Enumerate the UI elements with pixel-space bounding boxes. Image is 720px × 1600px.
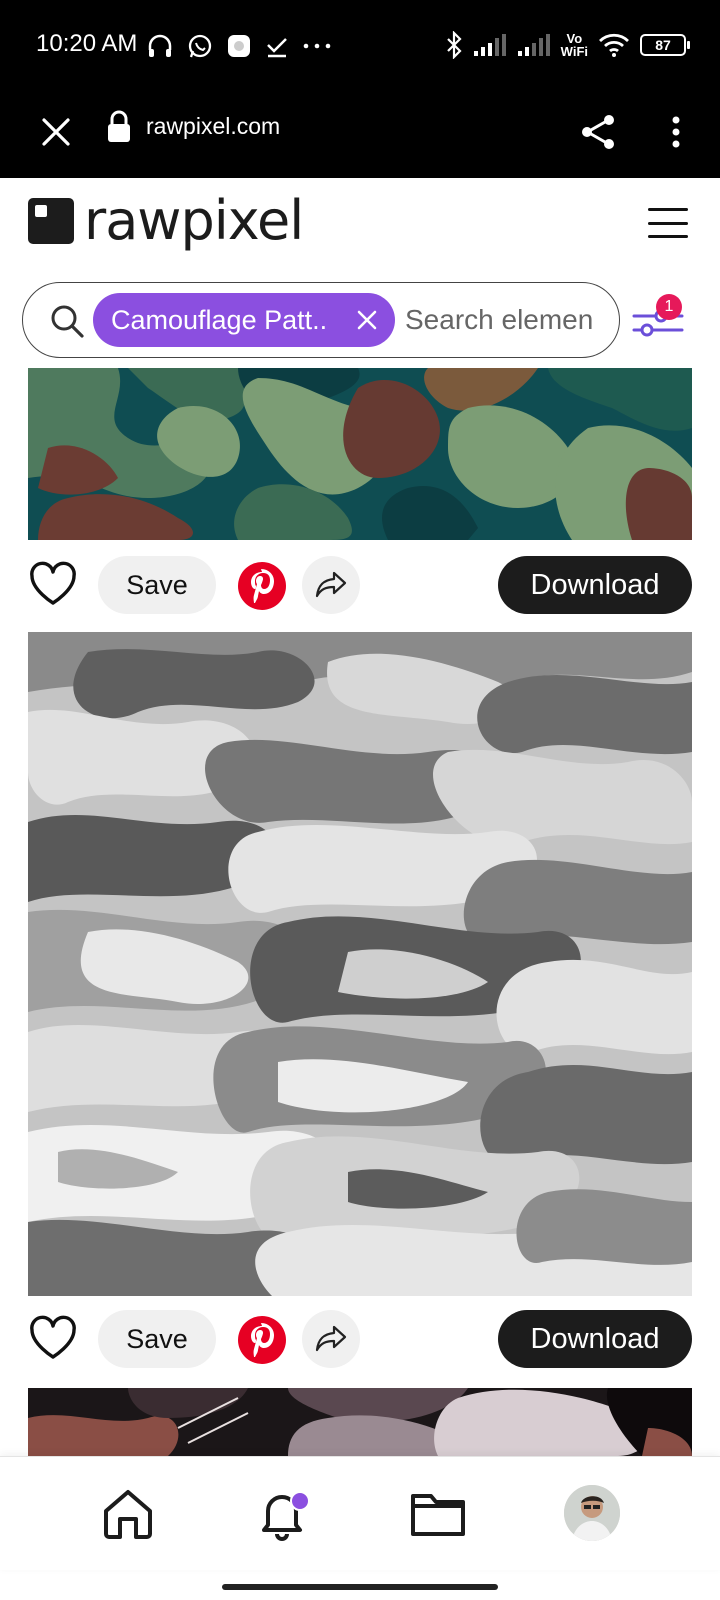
- grey-camo-pattern: [28, 632, 692, 1296]
- bottom-navigation: [0, 1456, 720, 1570]
- menu-line: [648, 221, 688, 225]
- close-tab-button[interactable]: [30, 106, 82, 158]
- search-bar[interactable]: Camouflage Patt..: [22, 282, 620, 358]
- download-button[interactable]: Download: [498, 1310, 692, 1368]
- vowifi-bottom: WiFi: [560, 44, 588, 59]
- more-notifications-icon: [302, 41, 332, 51]
- post-actions: Save Download: [28, 556, 692, 616]
- url-text[interactable]: rawpixel.com: [146, 113, 280, 140]
- download-done-icon: [264, 33, 290, 59]
- bluetooth-icon: [445, 31, 463, 59]
- search-icon[interactable]: [49, 303, 85, 339]
- share-post-button[interactable]: [302, 1310, 360, 1368]
- lock-icon: [106, 110, 132, 146]
- notification-dot: [290, 1491, 310, 1511]
- pinterest-button[interactable]: [238, 562, 286, 610]
- vowifi-icon: Vo WiFi: [561, 32, 588, 58]
- rawpixel-logo[interactable]: rawpixel: [28, 189, 304, 252]
- wifi-icon: [598, 32, 630, 58]
- signal-icon-2: [517, 33, 551, 57]
- chip-label: Camouflage Patt..: [111, 304, 328, 335]
- app-notification-icon: [226, 33, 252, 59]
- dark-camo-pattern: [28, 1388, 692, 1456]
- folder-icon: [411, 1494, 465, 1536]
- whatsapp-icon: [186, 32, 214, 60]
- share-arrow-icon: [315, 571, 347, 598]
- grey-camouflage-image[interactable]: [28, 632, 692, 1296]
- filter-count-badge: 1: [656, 294, 682, 320]
- nav-notifications[interactable]: [250, 1481, 314, 1545]
- share-icon: [582, 115, 614, 149]
- search-filter-chip[interactable]: Camouflage Patt..: [93, 293, 395, 347]
- status-bar: 10:20 AM Vo WiFi 87: [0, 0, 720, 90]
- headphones-icon: [146, 32, 174, 60]
- search-input[interactable]: [405, 295, 613, 345]
- save-button[interactable]: Save: [98, 556, 216, 614]
- share-arrow-icon: [315, 1325, 347, 1352]
- heart-icon: [30, 1315, 76, 1359]
- green-camouflage-image[interactable]: [28, 368, 692, 540]
- nav-profile-avatar[interactable]: [564, 1485, 620, 1541]
- pinterest-button[interactable]: [238, 1316, 286, 1364]
- battery-icon: 87: [640, 34, 690, 56]
- kebab-menu-icon: [672, 116, 680, 148]
- share-page-button[interactable]: [570, 104, 626, 160]
- notification-icons: [146, 30, 332, 62]
- chip-close-icon[interactable]: [353, 306, 381, 334]
- logo-mark-icon: [28, 198, 74, 244]
- post-actions: Save Download: [28, 1310, 692, 1370]
- save-button[interactable]: Save: [98, 1310, 216, 1368]
- menu-line: [648, 208, 688, 211]
- system-icons: Vo WiFi 87: [445, 28, 690, 62]
- download-button[interactable]: Download: [498, 556, 692, 614]
- pinterest-icon: [251, 1323, 274, 1357]
- close-icon: [42, 118, 70, 146]
- browser-toolbar: rawpixel.com: [0, 90, 720, 178]
- like-button[interactable]: [28, 1314, 78, 1364]
- heart-icon: [30, 561, 76, 605]
- like-button[interactable]: [28, 560, 78, 610]
- site-header: rawpixel: [0, 178, 720, 272]
- avatar: [564, 1485, 620, 1541]
- share-post-button[interactable]: [302, 556, 360, 614]
- nav-collections[interactable]: [406, 1481, 470, 1545]
- home-icon: [104, 1490, 152, 1539]
- green-camo-pattern: [28, 368, 692, 540]
- gesture-handle[interactable]: [222, 1584, 498, 1590]
- status-time: 10:20 AM: [36, 30, 138, 57]
- hamburger-menu-button[interactable]: [646, 202, 690, 244]
- menu-line: [648, 235, 688, 238]
- pinterest-icon: [251, 569, 274, 603]
- signal-icon: [473, 33, 507, 57]
- dark-camouflage-image[interactable]: [28, 1388, 692, 1456]
- battery-level: 87: [655, 37, 671, 53]
- nav-home[interactable]: [96, 1481, 160, 1545]
- logo-text: rawpixel: [84, 189, 304, 252]
- more-options-button[interactable]: [654, 104, 698, 160]
